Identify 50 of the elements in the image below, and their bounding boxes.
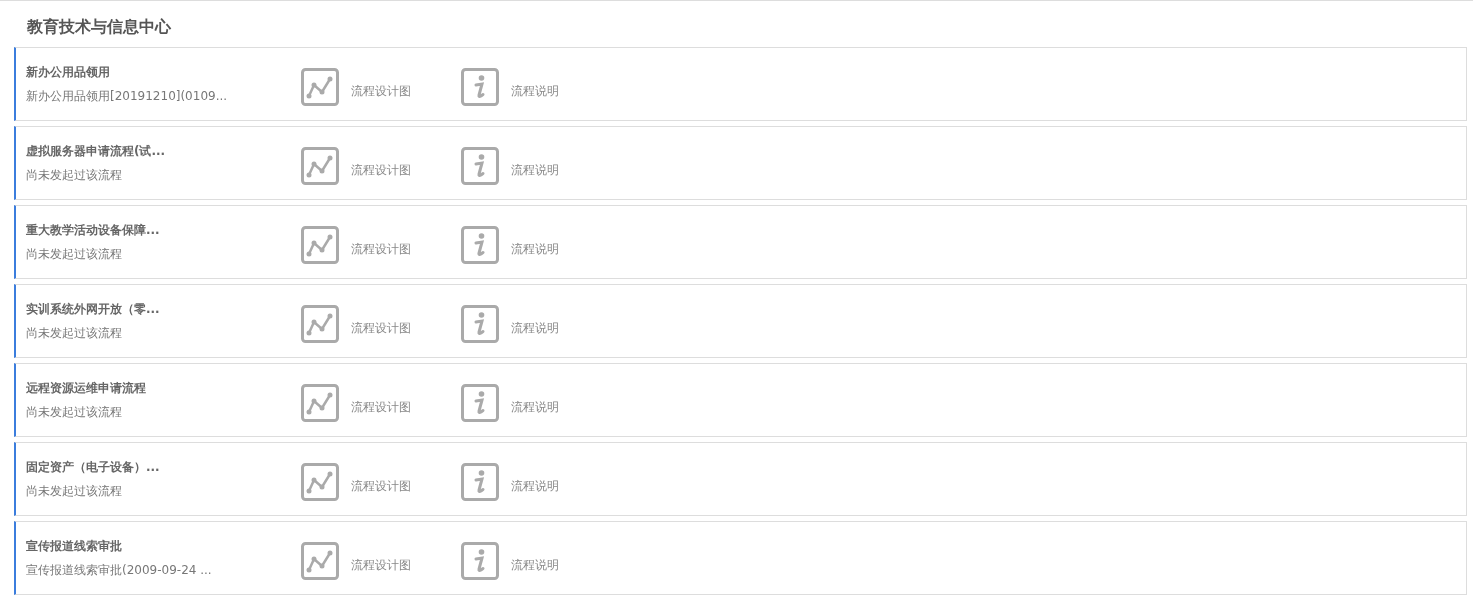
- process-status: 尚未发起过该流程: [26, 325, 123, 342]
- process-card[interactable]: 实训系统外网开放（零... 尚未发起过该流程 流程设计图 流程说明: [14, 284, 1467, 358]
- process-name: 远程资源运维申请流程: [26, 380, 147, 397]
- design-diagram-button[interactable]: 流程设计图: [301, 226, 461, 264]
- process-card[interactable]: 重大教学活动设备保障... 尚未发起过该流程 流程设计图 流程说明: [14, 205, 1467, 279]
- process-status: 尚未发起过该流程: [26, 167, 123, 184]
- process-info-button[interactable]: 流程说明: [461, 68, 559, 106]
- design-diagram-button[interactable]: 流程设计图: [301, 384, 461, 422]
- info-icon: [461, 68, 499, 106]
- design-diagram-button[interactable]: 流程设计图: [301, 463, 461, 501]
- line-chart-icon: [301, 147, 339, 185]
- info-icon: [461, 384, 499, 422]
- process-info-button[interactable]: 流程说明: [461, 147, 559, 185]
- process-status: 尚未发起过该流程: [26, 483, 123, 500]
- process-name: 宣传报道线索审批: [26, 538, 123, 555]
- process-info-button[interactable]: 流程说明: [461, 542, 559, 580]
- process-info-button[interactable]: 流程说明: [461, 226, 559, 264]
- process-status: 宣传报道线索审批(2009-09-24 ...: [26, 562, 213, 579]
- process-name: 重大教学活动设备保障...: [26, 222, 161, 239]
- process-status: 尚未发起过该流程: [26, 404, 123, 421]
- process-info-button[interactable]: 流程说明: [461, 384, 559, 422]
- design-diagram-button[interactable]: 流程设计图: [301, 147, 461, 185]
- process-status: 新办公用品领用[20191210](0109...: [26, 88, 229, 105]
- line-chart-icon: [301, 384, 339, 422]
- process-info-button[interactable]: 流程说明: [461, 463, 559, 501]
- process-card[interactable]: 固定资产（电子设备）... 尚未发起过该流程 流程设计图 流程说明: [14, 442, 1467, 516]
- process-info-button[interactable]: 流程说明: [461, 305, 559, 343]
- process-card[interactable]: 新办公用品领用 新办公用品领用[20191210](0109... 流程设计图 流程说明: [14, 47, 1467, 121]
- process-status: 尚未发起过该流程: [26, 246, 123, 263]
- info-icon: [461, 226, 499, 264]
- process-card[interactable]: 宣传报道线索审批 宣传报道线索审批(2009-09-24 ... 流程设计图 流程说明: [14, 521, 1467, 595]
- design-diagram-button[interactable]: 流程设计图: [301, 305, 461, 343]
- process-name: 固定资产（电子设备）...: [26, 459, 161, 476]
- line-chart-icon: [301, 463, 339, 501]
- info-icon: [461, 147, 499, 185]
- process-card[interactable]: 虚拟服务器申请流程(试... 尚未发起过该流程 流程设计图 流程说明: [14, 126, 1467, 200]
- design-diagram-button[interactable]: 流程设计图: [301, 542, 461, 580]
- process-card[interactable]: 远程资源运维申请流程 尚未发起过该流程 流程设计图 流程说明: [14, 363, 1467, 437]
- line-chart-icon: [301, 305, 339, 343]
- info-icon: [461, 305, 499, 343]
- info-icon: [461, 542, 499, 580]
- line-chart-icon: [301, 542, 339, 580]
- line-chart-icon: [301, 226, 339, 264]
- process-name: 新办公用品领用: [26, 64, 111, 81]
- info-icon: [461, 463, 499, 501]
- process-name: 虚拟服务器申请流程(试...: [26, 143, 167, 160]
- process-name: 实训系统外网开放（零...: [26, 301, 161, 318]
- line-chart-icon: [301, 68, 339, 106]
- section-title: 教育技术与信息中心: [27, 16, 172, 38]
- design-diagram-button[interactable]: 流程设计图: [301, 68, 461, 106]
